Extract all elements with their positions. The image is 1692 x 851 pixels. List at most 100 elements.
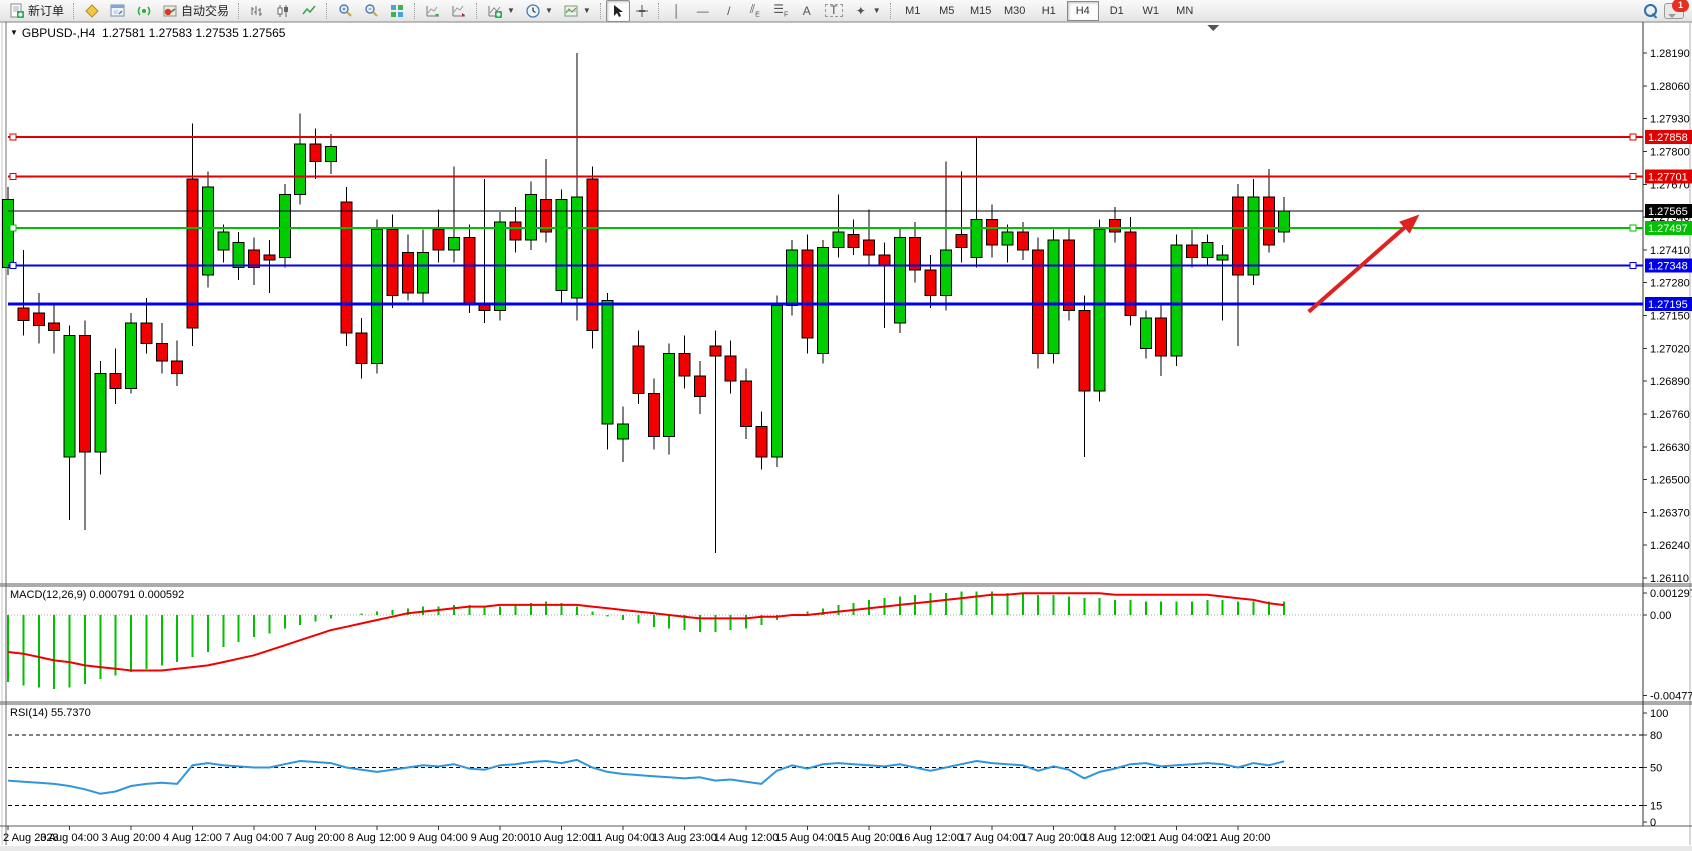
date-label: 18 Aug 12:00 bbox=[1083, 832, 1148, 844]
vertical-line-tool[interactable]: │ bbox=[664, 0, 690, 22]
new-order-icon bbox=[9, 3, 25, 19]
signals-button[interactable] bbox=[131, 0, 157, 22]
line-endpoint-marker[interactable] bbox=[10, 263, 16, 269]
tile-windows-button[interactable] bbox=[384, 0, 410, 22]
bar-chart-button[interactable] bbox=[244, 0, 270, 22]
profile-icon bbox=[84, 3, 100, 19]
trendline-icon: / bbox=[721, 4, 737, 18]
horizontal-line-tool[interactable]: — bbox=[690, 0, 716, 22]
chart-shift-icon bbox=[451, 3, 467, 19]
date-label: 21 Aug 04:00 bbox=[1144, 832, 1209, 844]
templates-button[interactable]: ▼ bbox=[558, 0, 596, 22]
new-order-label: 新订单 bbox=[28, 2, 64, 19]
chart-shift-button[interactable] bbox=[446, 0, 472, 22]
candle bbox=[741, 381, 752, 426]
line-endpoint-marker[interactable] bbox=[10, 173, 16, 179]
zoom-out-button[interactable] bbox=[358, 0, 384, 22]
periods-button[interactable]: ▼ bbox=[520, 0, 558, 22]
equidistant-channel-tool[interactable]: ⫽E bbox=[742, 0, 768, 22]
candle bbox=[156, 343, 167, 361]
date-label: 7 Aug 20:00 bbox=[286, 832, 345, 844]
timeframe-H4[interactable]: H4 bbox=[1067, 1, 1099, 21]
candle bbox=[587, 179, 598, 330]
line-endpoint-marker[interactable] bbox=[1630, 134, 1636, 140]
candle bbox=[218, 232, 229, 250]
candle bbox=[1171, 245, 1182, 356]
candle bbox=[79, 336, 90, 452]
date-label: 15 Aug 04:00 bbox=[775, 832, 840, 844]
line-endpoint-marker[interactable] bbox=[1630, 173, 1636, 179]
auto-scroll-button[interactable] bbox=[420, 0, 446, 22]
candlestick-chart-button[interactable] bbox=[270, 0, 296, 22]
candle bbox=[1186, 245, 1197, 258]
price-tick-label: 1.26240 bbox=[1650, 540, 1690, 552]
candle bbox=[202, 187, 213, 275]
label-tool[interactable]: T bbox=[820, 0, 848, 22]
text-icon: A bbox=[799, 4, 815, 18]
candle bbox=[264, 255, 275, 260]
shapes-tool[interactable]: ✦▼ bbox=[848, 0, 886, 22]
notifications-icon[interactable]: 1 bbox=[1664, 3, 1684, 19]
candle bbox=[771, 305, 782, 456]
line-endpoint-marker[interactable] bbox=[10, 134, 16, 140]
date-label: 16 Aug 12:00 bbox=[898, 832, 963, 844]
label-icon: T bbox=[825, 4, 843, 17]
new-order-button[interactable]: 新订单 bbox=[4, 0, 69, 22]
candle bbox=[971, 220, 982, 258]
chart-background bbox=[0, 22, 1692, 851]
timeframe-M15[interactable]: M15 bbox=[965, 1, 997, 21]
trendline-tool[interactable]: / bbox=[716, 0, 742, 22]
macd-tick-label: 0.001297 bbox=[1650, 588, 1692, 600]
line-chart-button[interactable] bbox=[296, 0, 322, 22]
candle bbox=[1279, 211, 1290, 232]
notification-badge: 1 bbox=[1672, 0, 1689, 12]
candle bbox=[1094, 230, 1105, 392]
candle bbox=[694, 376, 705, 396]
search-icon[interactable] bbox=[1644, 4, 1658, 18]
candle bbox=[525, 194, 536, 239]
chart-profile-button[interactable] bbox=[79, 0, 105, 22]
horizontal-line-icon: — bbox=[695, 4, 711, 18]
date-label: 9 Aug 20:00 bbox=[471, 832, 530, 844]
line-endpoint-marker[interactable] bbox=[1630, 263, 1636, 269]
date-label: 4 Aug 12:00 bbox=[163, 832, 222, 844]
timeframe-M1[interactable]: M1 bbox=[897, 1, 929, 21]
zoom-in-button[interactable] bbox=[332, 0, 358, 22]
market-watch-icon bbox=[110, 3, 126, 19]
line-endpoint-marker[interactable] bbox=[1630, 225, 1636, 231]
chart-canvas[interactable]: 1.281901.280601.279301.278001.276701.275… bbox=[0, 0, 1692, 851]
date-label: 15 Aug 20:00 bbox=[837, 832, 902, 844]
toolbar-separator bbox=[600, 3, 602, 19]
timeframe-W1[interactable]: W1 bbox=[1135, 1, 1167, 21]
timeframe-M5[interactable]: M5 bbox=[931, 1, 963, 21]
candle bbox=[433, 230, 444, 250]
fibonacci-tool[interactable]: ☰F bbox=[768, 0, 794, 22]
line-endpoint-marker[interactable] bbox=[10, 225, 16, 231]
collapse-triangle-icon[interactable]: ▼ bbox=[10, 28, 18, 37]
candle bbox=[310, 144, 321, 162]
dropdown-caret: ▼ bbox=[507, 6, 515, 15]
cursor-tool-button[interactable] bbox=[606, 0, 630, 22]
timeframe-H1[interactable]: H1 bbox=[1033, 1, 1065, 21]
candle bbox=[1017, 232, 1028, 250]
auto-trading-button[interactable]: 自动交易 bbox=[157, 0, 234, 22]
date-label: 17 Aug 04:00 bbox=[960, 832, 1025, 844]
timeframe-MN[interactable]: MN bbox=[1169, 1, 1201, 21]
indicators-button[interactable]: ▼ bbox=[482, 0, 520, 22]
candle bbox=[141, 323, 152, 343]
dropdown-caret: ▼ bbox=[873, 6, 881, 15]
candle bbox=[679, 353, 690, 376]
candle bbox=[1140, 318, 1151, 348]
timeframe-M30[interactable]: M30 bbox=[999, 1, 1031, 21]
market-watch-button[interactable] bbox=[105, 0, 131, 22]
price-tick-label: 1.26760 bbox=[1650, 409, 1690, 421]
rsi-tick-label: 100 bbox=[1650, 708, 1668, 720]
price-tick-label: 1.26370 bbox=[1650, 507, 1690, 519]
auto-trading-label: 自动交易 bbox=[181, 2, 229, 19]
rsi-tick-label: 80 bbox=[1650, 730, 1662, 742]
text-tool[interactable]: A bbox=[794, 0, 820, 22]
candle bbox=[325, 146, 336, 161]
candle bbox=[956, 235, 967, 248]
timeframe-D1[interactable]: D1 bbox=[1101, 1, 1133, 21]
crosshair-tool-button[interactable] bbox=[630, 0, 654, 22]
